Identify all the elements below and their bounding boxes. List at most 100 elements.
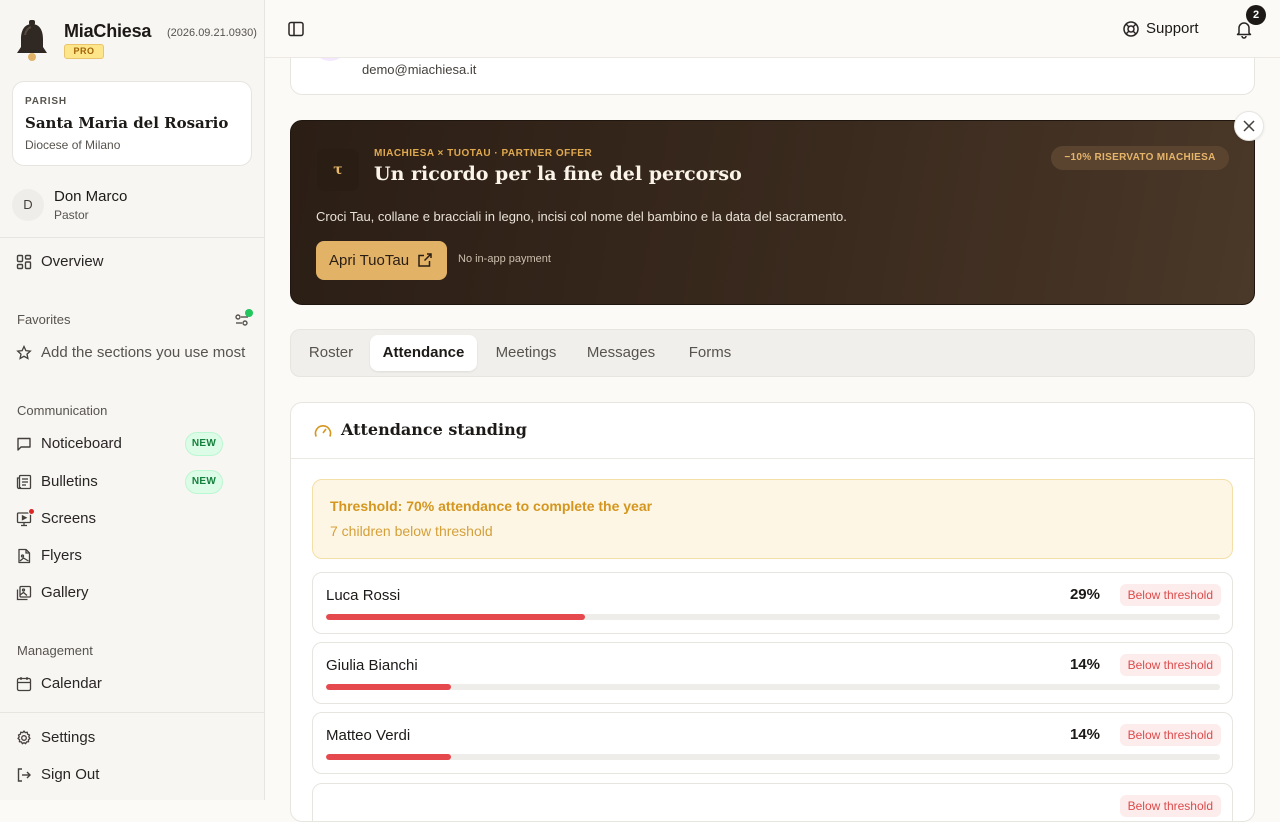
alert-dot bbox=[28, 508, 35, 515]
below-threshold-badge: Below threshold bbox=[1119, 654, 1221, 676]
sidebar-divider bbox=[0, 712, 264, 713]
sidebar-item-flyers[interactable]: Flyers bbox=[8, 540, 256, 572]
gauge-icon bbox=[314, 425, 332, 437]
attendance-header: Attendance standing bbox=[291, 403, 1254, 459]
close-banner-button[interactable] bbox=[1234, 111, 1264, 141]
sidebar-item-label: Add the sections you use most bbox=[41, 344, 246, 361]
main-content: DD demo@miachiesa.it τ MIACHIESA × TUOTA… bbox=[265, 0, 1280, 822]
user-name: Don Marco bbox=[54, 188, 128, 205]
progress-track bbox=[326, 684, 1220, 690]
tab-bar: Roster Attendance Meetings Messages Form… bbox=[290, 329, 1255, 377]
communication-label: Communication bbox=[17, 403, 108, 418]
management-label: Management bbox=[17, 643, 93, 658]
sidebar-item-label: Screens bbox=[41, 510, 97, 527]
sidebar-item-label: Calendar bbox=[41, 675, 102, 692]
threshold-title: Threshold: 70% attendance to complete th… bbox=[330, 498, 653, 514]
parish-name: Santa Maria del Rosario bbox=[25, 114, 229, 132]
newspaper-icon bbox=[16, 474, 32, 490]
progress-fill bbox=[326, 614, 586, 620]
sidebar-item-screens[interactable]: Screens bbox=[8, 503, 256, 535]
sidebar-item-signout[interactable]: Sign Out bbox=[8, 759, 256, 791]
log-out-icon bbox=[17, 768, 31, 782]
child-name: Matteo Verdi bbox=[326, 727, 411, 744]
below-threshold-badge: Below threshold bbox=[1119, 724, 1221, 746]
sidebar-item-settings[interactable]: Settings bbox=[8, 722, 256, 754]
external-link-icon bbox=[418, 253, 432, 267]
attendance-percent: 14% bbox=[1069, 656, 1100, 673]
sidebar-item-noticeboard[interactable]: Noticeboard NEW bbox=[8, 428, 256, 460]
list-item[interactable]: Below threshold bbox=[312, 783, 1233, 821]
images-icon bbox=[16, 585, 32, 601]
pro-badge: PRO bbox=[64, 44, 104, 59]
life-buoy-icon bbox=[1123, 21, 1139, 37]
discount-badge: −10% RISERVATO MIACHIESA bbox=[1051, 146, 1229, 170]
sidebar-item-bulletins[interactable]: Bulletins NEW bbox=[8, 466, 256, 498]
list-item[interactable]: Matteo Verdi 14% Below threshold bbox=[312, 712, 1233, 774]
sidebar-toggle-icon[interactable] bbox=[287, 20, 305, 38]
church-bell-logo-icon bbox=[17, 20, 47, 61]
progress-fill bbox=[326, 684, 452, 690]
threshold-alert: Threshold: 70% attendance to complete th… bbox=[312, 479, 1233, 559]
promo-description: Croci Tau, collane e bracciali in legno,… bbox=[316, 209, 847, 224]
attendance-percent: 29% bbox=[1069, 586, 1100, 603]
top-bar: Support 2 bbox=[265, 0, 1280, 58]
child-name: Giulia Bianchi bbox=[326, 657, 418, 674]
below-threshold-badge: Below threshold bbox=[1119, 584, 1221, 606]
brand-version: (2026.09.21.0930) bbox=[167, 27, 257, 39]
promo-headline: Un ricordo per la fine del percorso bbox=[374, 163, 742, 185]
sidebar-item-label: Noticeboard bbox=[41, 435, 122, 452]
support-label: Support bbox=[1146, 20, 1199, 37]
parish-kicker: PARISH bbox=[25, 96, 67, 107]
new-badge: NEW bbox=[185, 432, 223, 456]
tab-messages[interactable]: Messages bbox=[574, 335, 668, 371]
tab-forms[interactable]: Forms bbox=[673, 335, 747, 371]
favorites-label: Favorites bbox=[17, 312, 71, 327]
promo-kicker: MIACHIESA × TUOTAU · PARTNER OFFER bbox=[374, 148, 593, 159]
tab-roster[interactable]: Roster bbox=[296, 335, 366, 371]
payment-note: No in-app payment bbox=[458, 253, 551, 265]
parish-switcher[interactable]: PARISH Santa Maria del Rosario Diocese o… bbox=[12, 81, 252, 166]
parish-diocese: Diocese of Milano bbox=[25, 138, 121, 152]
child-name: Luca Rossi bbox=[326, 587, 401, 604]
new-badge: NEW bbox=[185, 470, 223, 494]
progress-fill bbox=[326, 754, 452, 760]
status-dot bbox=[245, 309, 253, 317]
below-threshold-badge: Below threshold bbox=[1119, 795, 1221, 817]
sidebar-item-label: Sign Out bbox=[41, 766, 100, 783]
list-item[interactable]: Giulia Bianchi 14% Below threshold bbox=[312, 642, 1233, 704]
sidebar-item-label: Bulletins bbox=[41, 473, 98, 490]
tuotau-logo: τ bbox=[317, 149, 359, 191]
attendance-card: Attendance standing Threshold: 70% atten… bbox=[290, 402, 1255, 822]
attendance-percent: 14% bbox=[1069, 726, 1100, 743]
sidebar-item-overview[interactable]: Overview bbox=[8, 246, 256, 278]
sidebar-divider bbox=[0, 237, 264, 238]
file-image-icon bbox=[18, 548, 31, 564]
tab-meetings[interactable]: Meetings bbox=[482, 335, 570, 371]
partner-offer-banner: τ MIACHIESA × TUOTAU · PARTNER OFFER Un … bbox=[290, 120, 1255, 305]
favorites-add-item[interactable]: Add the sections you use most bbox=[8, 337, 256, 369]
close-icon bbox=[1243, 120, 1255, 132]
user-role: Pastor bbox=[54, 208, 89, 222]
avatar: D bbox=[12, 189, 44, 221]
grid-icon bbox=[16, 254, 32, 270]
user-profile[interactable]: D Don Marco Pastor bbox=[12, 186, 252, 226]
sidebar-item-label: Settings bbox=[41, 729, 96, 746]
sidebar-item-label: Gallery bbox=[41, 584, 89, 601]
sidebar-item-label: Flyers bbox=[41, 547, 82, 564]
calendar-icon bbox=[16, 677, 32, 692]
sidebar-item-calendar[interactable]: Calendar bbox=[8, 668, 256, 700]
gear-icon bbox=[17, 730, 31, 745]
message-square-icon bbox=[17, 437, 31, 451]
notifications-button[interactable]: 2 bbox=[1234, 5, 1266, 39]
tab-attendance[interactable]: Attendance bbox=[370, 335, 477, 371]
brand[interactable]: MiaChiesa (2026.09.21.0930) PRO bbox=[14, 18, 259, 64]
progress-track bbox=[326, 754, 1220, 760]
sidebar: MiaChiesa (2026.09.21.0930) PRO PARISH S… bbox=[0, 0, 265, 800]
profile-email: demo@miachiesa.it bbox=[362, 62, 477, 77]
star-icon bbox=[16, 345, 32, 360]
sidebar-item-gallery[interactable]: Gallery bbox=[8, 577, 256, 609]
favorites-settings-icon[interactable] bbox=[233, 309, 253, 329]
list-item[interactable]: Luca Rossi 29% Below threshold bbox=[312, 572, 1233, 634]
progress-track bbox=[326, 614, 1220, 620]
open-tuotau-button[interactable]: Apri TuoTau bbox=[316, 241, 447, 280]
